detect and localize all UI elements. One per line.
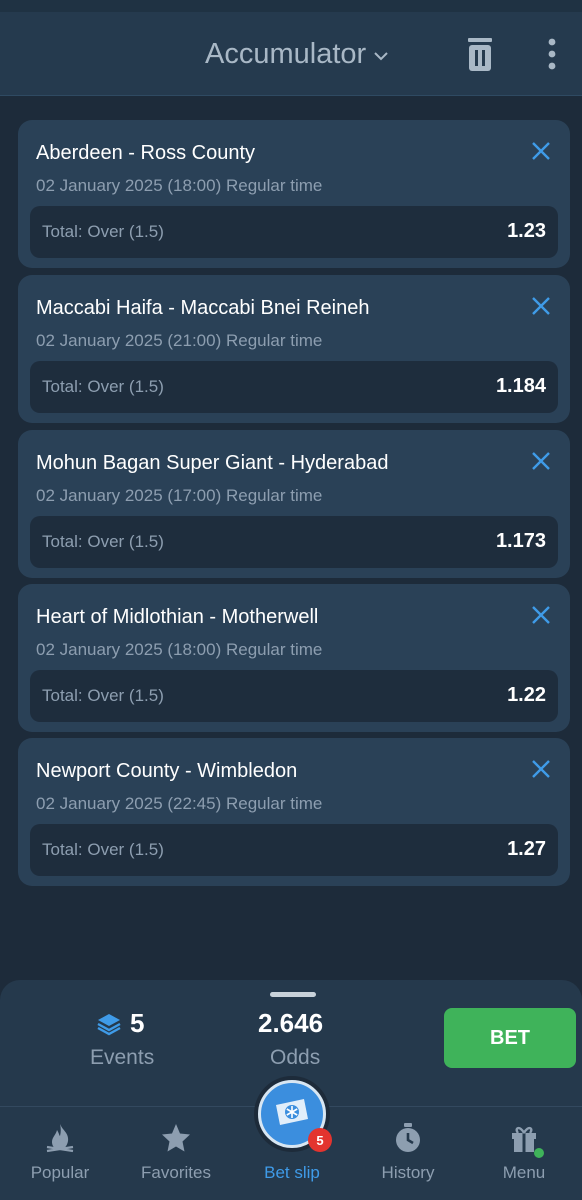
star-icon	[162, 1124, 190, 1152]
nav-menu[interactable]: Menu	[466, 1121, 582, 1197]
close-icon[interactable]	[530, 758, 552, 780]
market-row: Total: Over (1.5) 1.184	[30, 361, 558, 413]
market-label: Total: Over (1.5)	[42, 377, 164, 396]
market-odds: 1.173	[495, 530, 546, 552]
close-icon[interactable]	[530, 604, 552, 626]
match-date: 02 January 2025 (21:00) Regular time	[36, 331, 323, 350]
match-date: 02 January 2025 (18:00) Regular time	[36, 640, 323, 659]
ticket-icon	[276, 1099, 308, 1125]
nav-history[interactable]: History	[350, 1121, 466, 1197]
kebab-menu-icon[interactable]	[540, 36, 564, 72]
market-label: Total: Over (1.5)	[42, 840, 164, 859]
nav-popular[interactable]: Popular	[2, 1121, 118, 1197]
market-label: Total: Over (1.5)	[42, 222, 164, 241]
nav-betslip-label: Bet slip	[264, 1163, 320, 1182]
drag-handle[interactable]	[270, 992, 316, 997]
layers-icon	[97, 1013, 121, 1035]
nav-popular-label: Popular	[30, 1163, 90, 1182]
app-header: Accumulator	[0, 12, 582, 96]
trash-icon[interactable]	[466, 36, 494, 72]
total-odds-value: 2.646	[258, 1008, 324, 1038]
bet-card[interactable]: Newport County - Wimbledon 02 January 20…	[18, 738, 570, 886]
fire-icon	[46, 1124, 74, 1153]
close-icon[interactable]	[530, 140, 552, 162]
match-name: Mohun Bagan Super Giant - Hyderabad	[36, 452, 389, 474]
market-row: Total: Over (1.5) 1.27	[30, 824, 558, 876]
nav-favorites[interactable]: Favorites	[118, 1121, 234, 1197]
match-date: 02 January 2025 (22:45) Regular time	[36, 794, 323, 813]
match-date: 02 January 2025 (17:00) Regular time	[36, 486, 323, 505]
place-bet-button[interactable]: BET	[444, 1008, 576, 1068]
market-row: Total: Over (1.5) 1.23	[30, 206, 558, 258]
nav-favorites-label: Favorites	[141, 1163, 211, 1182]
events-count-value: 5	[130, 1008, 145, 1038]
bet-card[interactable]: Maccabi Haifa - Maccabi Bnei Reineh 02 J…	[18, 275, 570, 423]
market-label: Total: Over (1.5)	[42, 532, 164, 551]
events-label: Events	[90, 1046, 155, 1069]
market-odds: 1.23	[507, 220, 546, 242]
close-icon[interactable]	[530, 295, 552, 317]
bet-type-label: Accumulator	[205, 38, 367, 70]
nav-menu-label: Menu	[502, 1163, 546, 1182]
notification-dot	[534, 1148, 544, 1158]
status-bar	[0, 0, 582, 12]
match-name: Newport County - Wimbledon	[36, 760, 298, 782]
market-row: Total: Over (1.5) 1.22	[30, 670, 558, 722]
events-count: 5	[96, 1008, 144, 1039]
market-odds: 1.184	[495, 375, 546, 397]
bet-card[interactable]: Heart of Midlothian - Motherwell 02 Janu…	[18, 584, 570, 732]
match-name: Maccabi Haifa - Maccabi Bnei Reineh	[36, 297, 370, 319]
bet-card[interactable]: Aberdeen - Ross County 02 January 2025 (…	[18, 120, 570, 268]
match-date: 02 January 2025 (18:00) Regular time	[36, 176, 323, 195]
betslip-count-badge: 5	[308, 1128, 332, 1152]
chevron-down-icon	[374, 51, 388, 60]
market-odds: 1.22	[507, 684, 546, 706]
market-label: Total: Over (1.5)	[42, 686, 164, 705]
close-icon[interactable]	[530, 450, 552, 472]
bet-type-dropdown[interactable]: Accumulator	[205, 38, 390, 71]
stopwatch-icon	[396, 1123, 420, 1152]
market-row: Total: Over (1.5) 1.173	[30, 516, 558, 568]
total-odds-label: Odds	[270, 1046, 321, 1069]
nav-history-label: History	[381, 1163, 435, 1182]
match-name: Aberdeen - Ross County	[36, 142, 256, 164]
match-name: Heart of Midlothian - Motherwell	[36, 606, 319, 628]
market-odds: 1.27	[507, 838, 546, 860]
bet-card[interactable]: Mohun Bagan Super Giant - Hyderabad 02 J…	[18, 430, 570, 578]
